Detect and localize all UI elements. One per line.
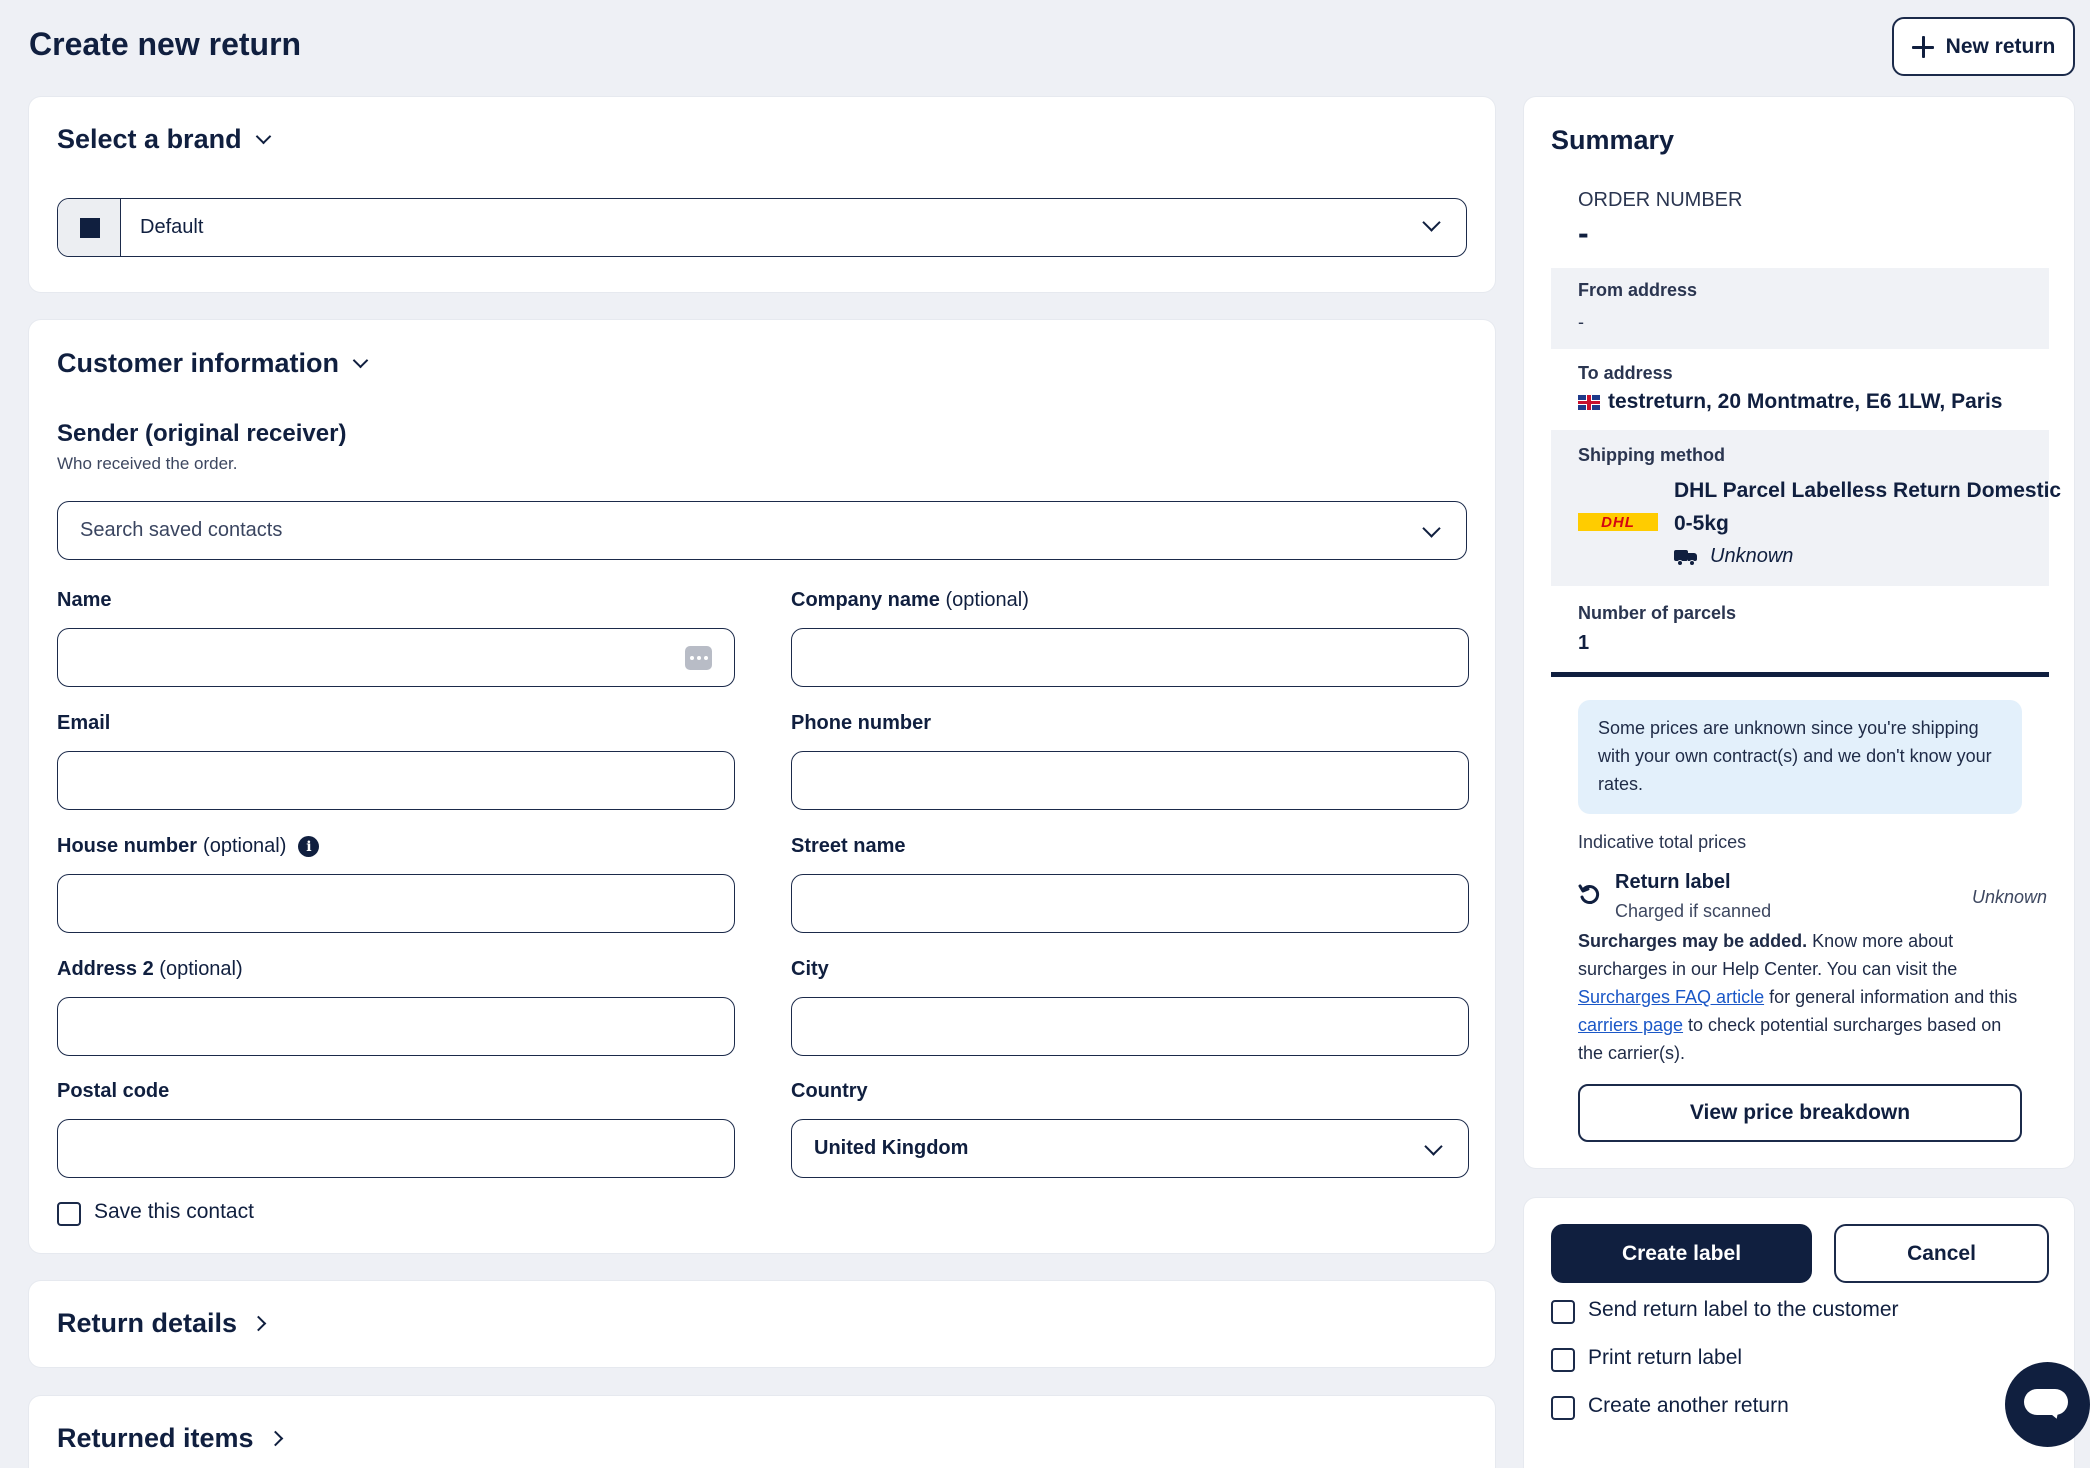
search-contacts-select[interactable]: Search saved contacts	[57, 501, 1467, 560]
chevron-down-icon	[1424, 1137, 1443, 1156]
autofill-icon[interactable]	[685, 646, 712, 670]
brand-section-toggle[interactable]: Select a brand	[57, 124, 271, 155]
returned-items-card[interactable]: Returned items	[29, 1396, 1495, 1468]
summary-card: Summary ORDER NUMBER - From address - To…	[1524, 97, 2074, 1168]
email-field[interactable]	[57, 751, 735, 810]
customer-card: Customer information Sender (original re…	[29, 320, 1495, 1253]
carriers-page-link[interactable]: carriers page	[1578, 1015, 1683, 1035]
create-label-button[interactable]: Create label	[1551, 1224, 1812, 1283]
summary-title: Summary	[1551, 125, 1675, 155]
phone-label: Phone number	[791, 712, 932, 734]
address2-field[interactable]	[57, 997, 735, 1056]
order-number-value: -	[1578, 215, 1589, 251]
dhl-logo: DHL	[1578, 513, 1658, 531]
from-address-value: -	[1578, 312, 1584, 332]
chevron-down-icon	[255, 128, 271, 145]
cancel-button[interactable]: Cancel	[1834, 1224, 2049, 1283]
page-title: Create new return	[29, 26, 302, 62]
brand-color-swatch	[80, 218, 100, 238]
order-number-label: ORDER NUMBER	[1578, 189, 1743, 211]
postal-code-field[interactable]	[57, 1119, 735, 1178]
uk-flag-icon	[1578, 395, 1600, 410]
dhl-logo-text: DHL	[1601, 513, 1635, 531]
returned-items-toggle[interactable]: Returned items	[57, 1423, 283, 1454]
shipping-method-name-2: 0-5kg	[1674, 512, 1729, 535]
chevron-right-icon	[267, 1430, 283, 1447]
info-icon[interactable]: i	[298, 836, 320, 857]
address2-label: Address 2 (optional)	[57, 958, 243, 980]
chevron-down-icon	[352, 352, 369, 369]
send-to-customer-checkbox[interactable]	[1551, 1300, 1575, 1324]
sender-title: Sender (original receiver)	[57, 420, 347, 447]
print-return-label-label: Print return label	[1588, 1346, 1743, 1369]
create-another-return-label: Create another return	[1588, 1394, 1789, 1417]
city-label: City	[791, 958, 829, 980]
phone-number-field[interactable]	[791, 751, 1469, 810]
summary-divider	[1551, 672, 2049, 677]
from-address-label: From address	[1578, 280, 1698, 300]
to-address-value: testreturn, 20 Montmatre, E6 1LW, Paris	[1608, 390, 2003, 413]
return-label-title: Return label	[1615, 871, 1731, 893]
email-label: Email	[57, 712, 111, 734]
street-name-label: Street name	[791, 835, 906, 857]
new-return-button[interactable]: New return	[1892, 17, 2075, 76]
search-contacts-placeholder: Search saved contacts	[80, 519, 283, 541]
info-banner: Some prices are unknown since you're shi…	[1578, 700, 2022, 814]
return-label-price: Unknown	[1971, 887, 2047, 907]
brand-card: Select a brand Default	[29, 97, 1495, 292]
chevron-right-icon	[250, 1315, 267, 1332]
returned-items-title: Returned items	[57, 1423, 254, 1453]
save-contact-checkbox[interactable]	[57, 1202, 81, 1226]
return-details-toggle[interactable]: Return details	[57, 1308, 267, 1339]
return-label-icon	[1578, 883, 1602, 907]
return-details-card[interactable]: Return details	[29, 1281, 1495, 1367]
save-contact-label: Save this contact	[94, 1200, 254, 1223]
chevron-down-icon	[1422, 213, 1441, 232]
surcharges-text: Surcharges may be added. Know more about…	[1578, 931, 2018, 1063]
shipping-eta: Unknown	[1710, 545, 1794, 567]
actions-card: Create label Cancel Send return label to…	[1524, 1198, 2074, 1468]
name-label: Name	[57, 589, 112, 611]
send-to-customer-label: Send return label to the customer	[1588, 1298, 1899, 1321]
new-return-label: New return	[1945, 34, 2056, 58]
house-number-field[interactable]	[57, 874, 735, 933]
brand-selected-value: Default	[140, 216, 204, 238]
country-select[interactable]: United Kingdom	[791, 1119, 1469, 1178]
brand-color-swatch-area	[58, 199, 121, 256]
info-banner-text: Some prices are unknown since you're shi…	[1598, 718, 1992, 794]
return-label-sub: Charged if scanned	[1615, 901, 1772, 921]
customer-section-title: Customer information	[57, 348, 340, 378]
view-price-breakdown-button[interactable]: View price breakdown	[1578, 1084, 2022, 1142]
shipping-method-label: Shipping method	[1578, 445, 1725, 465]
number-of-parcels-value: 1	[1578, 632, 1590, 654]
plus-icon	[1911, 35, 1934, 58]
house-number-label: House number (optional) i	[57, 835, 320, 858]
company-name-field[interactable]	[791, 628, 1469, 687]
city-field[interactable]	[791, 997, 1469, 1056]
surcharges-faq-link[interactable]: Surcharges FAQ article	[1578, 987, 1764, 1007]
chat-icon	[2024, 1389, 2068, 1415]
chevron-down-icon	[1422, 519, 1441, 538]
company-label: Company name (optional)	[791, 589, 1029, 611]
return-details-title: Return details	[57, 1308, 238, 1338]
create-another-return-checkbox[interactable]	[1551, 1396, 1575, 1420]
number-of-parcels-label: Number of parcels	[1578, 603, 1737, 623]
chat-button[interactable]	[2005, 1362, 2090, 1447]
street-name-field[interactable]	[791, 874, 1469, 933]
shipping-method-name-1: DHL Parcel Labelless Return Domestic	[1674, 479, 2062, 502]
customer-section-toggle[interactable]: Customer information	[57, 348, 369, 379]
brand-select[interactable]: Default	[57, 198, 1467, 257]
country-label: Country	[791, 1080, 868, 1102]
to-address-label: To address	[1578, 363, 1673, 383]
brand-section-title: Select a brand	[57, 124, 242, 154]
indicative-prices-label: Indicative total prices	[1578, 832, 1747, 852]
print-return-label-checkbox[interactable]	[1551, 1348, 1575, 1372]
country-value: United Kingdom	[814, 1137, 969, 1159]
postal-code-label: Postal code	[57, 1080, 170, 1102]
sender-subtitle: Who received the order.	[57, 454, 238, 473]
truck-icon	[1674, 548, 1698, 566]
name-field[interactable]	[57, 628, 735, 687]
